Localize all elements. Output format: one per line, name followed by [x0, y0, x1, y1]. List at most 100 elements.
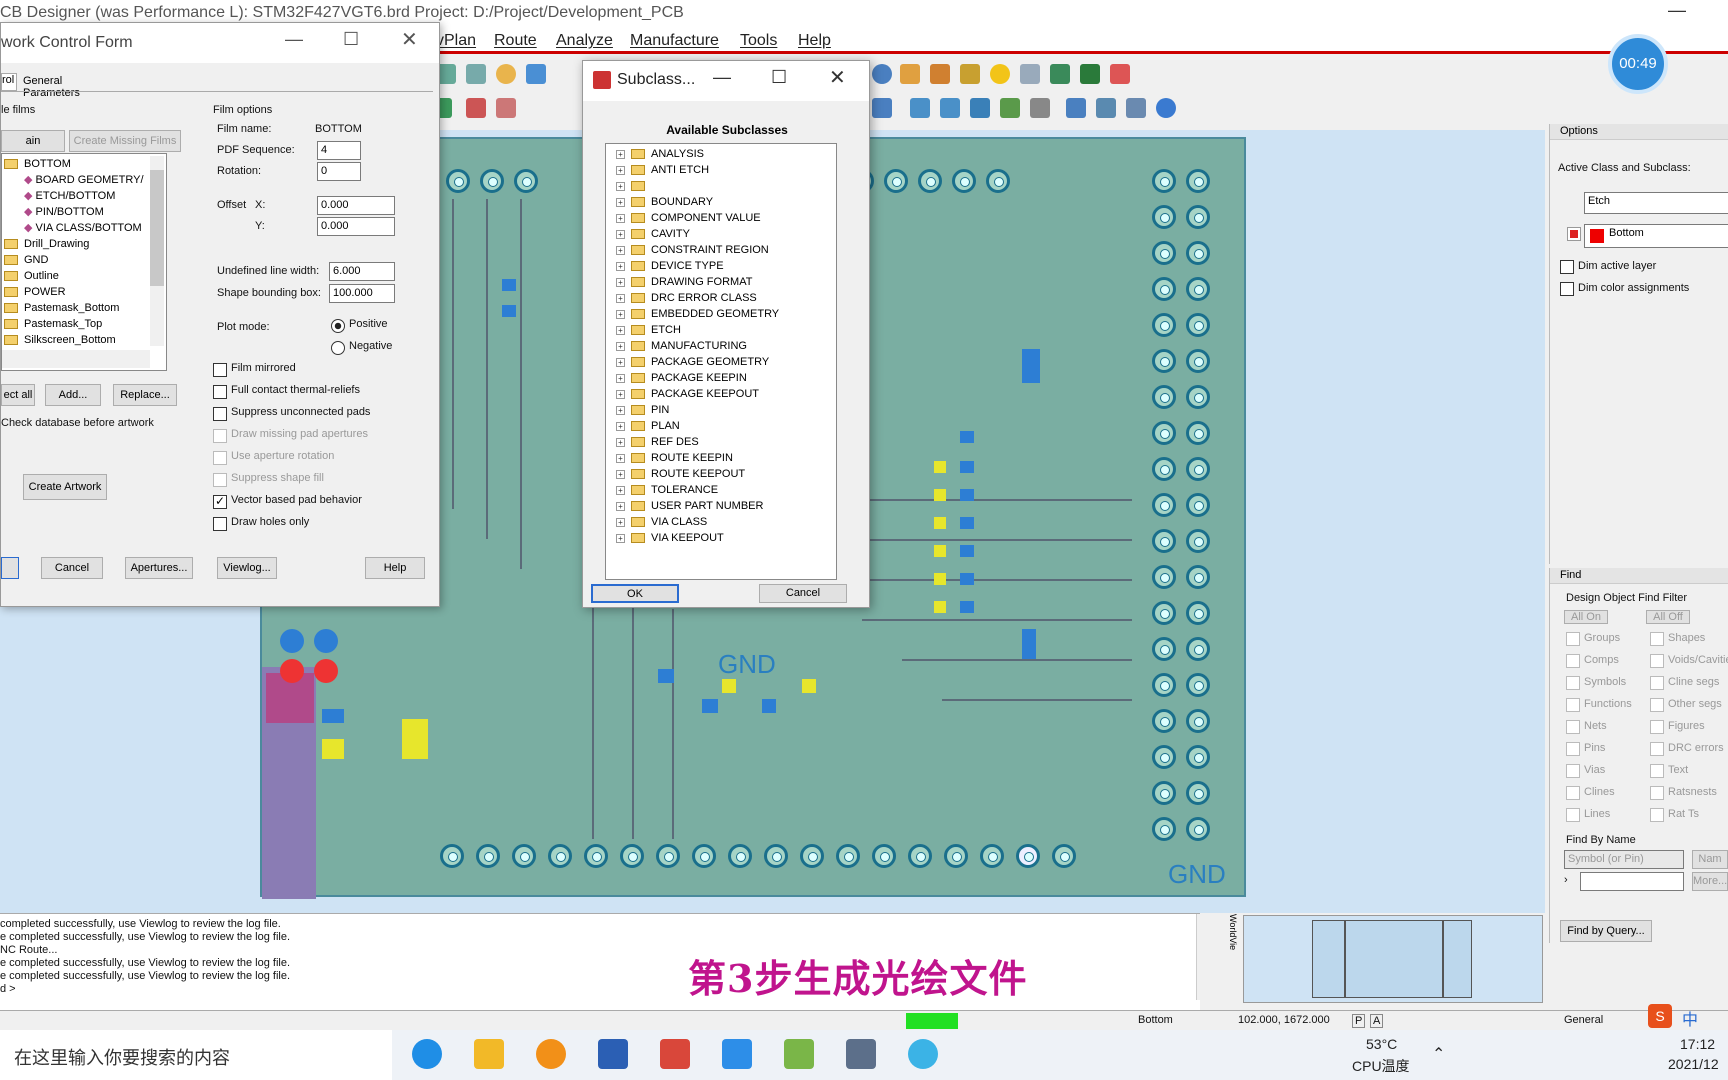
shapes-checkbox[interactable]	[1650, 632, 1664, 646]
figures-checkbox[interactable]	[1650, 720, 1664, 734]
dimension-icon[interactable]	[466, 98, 486, 118]
flip-icon[interactable]	[1096, 98, 1116, 118]
find-name-input[interactable]	[1580, 872, 1684, 891]
capture-icon[interactable]	[846, 1039, 876, 1069]
recorder-icon[interactable]	[908, 1039, 938, 1069]
menu-tools[interactable]: Tools	[740, 32, 777, 50]
window-icon[interactable]	[1126, 98, 1146, 118]
ok-button[interactable]: OK	[591, 584, 679, 603]
subclass-item[interactable]: + VIA CLASS	[616, 514, 707, 530]
film-item[interactable]: BOTTOM	[4, 156, 71, 172]
close-icon[interactable]: ✕	[401, 27, 418, 52]
sheet-icon[interactable]	[910, 98, 930, 118]
sun-icon[interactable]	[990, 64, 1010, 84]
rotation-select[interactable]: 0	[317, 162, 361, 181]
tab-general-parameters[interactable]: General Parameters	[19, 75, 121, 99]
menu-placeplan[interactable]: vPlan	[436, 32, 476, 50]
symbols-checkbox[interactable]	[1566, 676, 1580, 690]
bars-icon[interactable]	[1050, 64, 1070, 84]
subclass-item[interactable]: + PACKAGE KEEPOUT	[616, 386, 759, 402]
clock-date[interactable]: 2021/12	[1668, 1056, 1719, 1072]
color-swatch-icon[interactable]	[1567, 227, 1581, 241]
maximize-icon[interactable]: ☐	[343, 29, 359, 50]
clock-time[interactable]: 17:12	[1680, 1036, 1715, 1052]
search-app-icon[interactable]	[536, 1039, 566, 1069]
functions-checkbox[interactable]	[1566, 698, 1580, 712]
expand-icon[interactable]: +	[616, 181, 625, 191]
pins-checkbox[interactable]	[1566, 742, 1580, 756]
expand-icon[interactable]: +	[616, 389, 625, 399]
groups-checkbox[interactable]	[1566, 632, 1580, 646]
pen-icon[interactable]	[1030, 98, 1050, 118]
shape-box-field[interactable]: 100.000	[329, 284, 395, 303]
chevron-up-icon[interactable]: ⌃	[1432, 1044, 1445, 1064]
ok-button[interactable]	[1, 557, 19, 579]
check-database-label[interactable]: Check database before artwork	[1, 417, 154, 429]
film-layer[interactable]: ◆ PIN/BOTTOM	[24, 204, 104, 220]
expand-arrow-icon[interactable]: ›	[1564, 874, 1568, 886]
expand-icon[interactable]: +	[616, 293, 625, 303]
numbers-icon[interactable]	[930, 64, 950, 84]
file-explorer-icon[interactable]	[474, 1039, 504, 1069]
expand-icon[interactable]: +	[616, 469, 625, 479]
expand-icon[interactable]: +	[616, 245, 625, 255]
dim-active-checkbox[interactable]	[1560, 260, 1574, 274]
film-item[interactable]: POWER	[4, 284, 66, 300]
expand-icon[interactable]: +	[616, 149, 625, 159]
expand-icon[interactable]: +	[616, 517, 625, 527]
expand-icon[interactable]: +	[616, 197, 625, 207]
worldview-tab[interactable]: WorldVie	[1218, 914, 1238, 1000]
hourglass-icon[interactable]	[1080, 64, 1100, 84]
prop-icon[interactable]	[970, 98, 990, 118]
expand-icon[interactable]: +	[616, 533, 625, 543]
film-layer[interactable]: ◆ VIA CLASS/BOTTOM	[24, 220, 142, 236]
refresh-icon[interactable]	[496, 64, 516, 84]
expand-icon[interactable]: +	[616, 309, 625, 319]
menu-route[interactable]: Route	[494, 32, 537, 50]
expand-icon[interactable]: +	[616, 165, 625, 175]
subclass-tree[interactable]: + ANALYSIS + ANTI ETCH + + BOUNDARY + COMPON…	[605, 143, 837, 580]
expand-icon[interactable]: +	[616, 277, 625, 287]
lines-checkbox[interactable]	[1566, 808, 1580, 822]
zoom-fit-icon[interactable]	[466, 64, 486, 84]
ime-logo-icon[interactable]: S	[1648, 1004, 1672, 1028]
subclass-item[interactable]: + COMPONENT VALUE	[616, 210, 761, 226]
subclass-item[interactable]: + DEVICE TYPE	[616, 258, 724, 274]
subclass-item[interactable]: + CONSTRAINT REGION	[616, 242, 769, 258]
3d-icon[interactable]	[526, 64, 546, 84]
select-all-button[interactable]: ect all	[1, 384, 35, 406]
info-icon[interactable]	[872, 64, 892, 84]
name-type-select[interactable]: Symbol (or Pin)	[1564, 850, 1684, 869]
positive-radio[interactable]	[331, 319, 345, 333]
film-mirrored-checkbox[interactable]	[213, 363, 227, 377]
subclass-item[interactable]: + TOLERANCE	[616, 482, 718, 498]
cancel-button[interactable]: Cancel	[759, 584, 847, 603]
pdf-sequence-spinner[interactable]: 4	[317, 141, 361, 160]
subclass-item[interactable]: + DRAWING FORMAT	[616, 274, 752, 290]
draw-holes-checkbox[interactable]	[213, 517, 227, 531]
expand-icon[interactable]: +	[616, 421, 625, 431]
film-layer[interactable]: ◆ BOARD GEOMETRY/	[24, 172, 144, 188]
subclass-item[interactable]: + VIA KEEPOUT	[616, 530, 724, 546]
ratsnests-checkbox[interactable]	[1650, 786, 1664, 800]
check-icon[interactable]	[1000, 98, 1020, 118]
film-item[interactable]: Pastemask_Top	[4, 316, 102, 332]
expand-icon[interactable]: +	[616, 453, 625, 463]
minimize-icon[interactable]: —	[285, 29, 303, 50]
subclass-item[interactable]: + ANALYSIS	[616, 146, 704, 162]
expand-icon[interactable]: +	[616, 501, 625, 511]
help-button[interactable]: Help	[365, 557, 425, 579]
subclass-item[interactable]: + PACKAGE KEEPIN	[616, 370, 747, 386]
search-box[interactable]: 在这里输入你要搜索的内容	[0, 1030, 392, 1080]
comps-checkbox[interactable]	[1566, 654, 1580, 668]
films-hscrollbar[interactable]	[2, 350, 150, 368]
suppress-fill-checkbox[interactable]	[213, 473, 227, 487]
more-button[interactable]: More...	[1692, 872, 1728, 891]
brush-icon[interactable]	[960, 64, 980, 84]
viewlog-button[interactable]: Viewlog...	[217, 557, 277, 579]
pcb-editor-icon[interactable]	[660, 1039, 690, 1069]
film-item[interactable]: Pastemask_Bottom	[4, 300, 119, 316]
domain-selection-button[interactable]: ain Selection	[1, 130, 65, 167]
subclass-item[interactable]: + PACKAGE GEOMETRY	[616, 354, 769, 370]
stats-icon[interactable]	[900, 64, 920, 84]
